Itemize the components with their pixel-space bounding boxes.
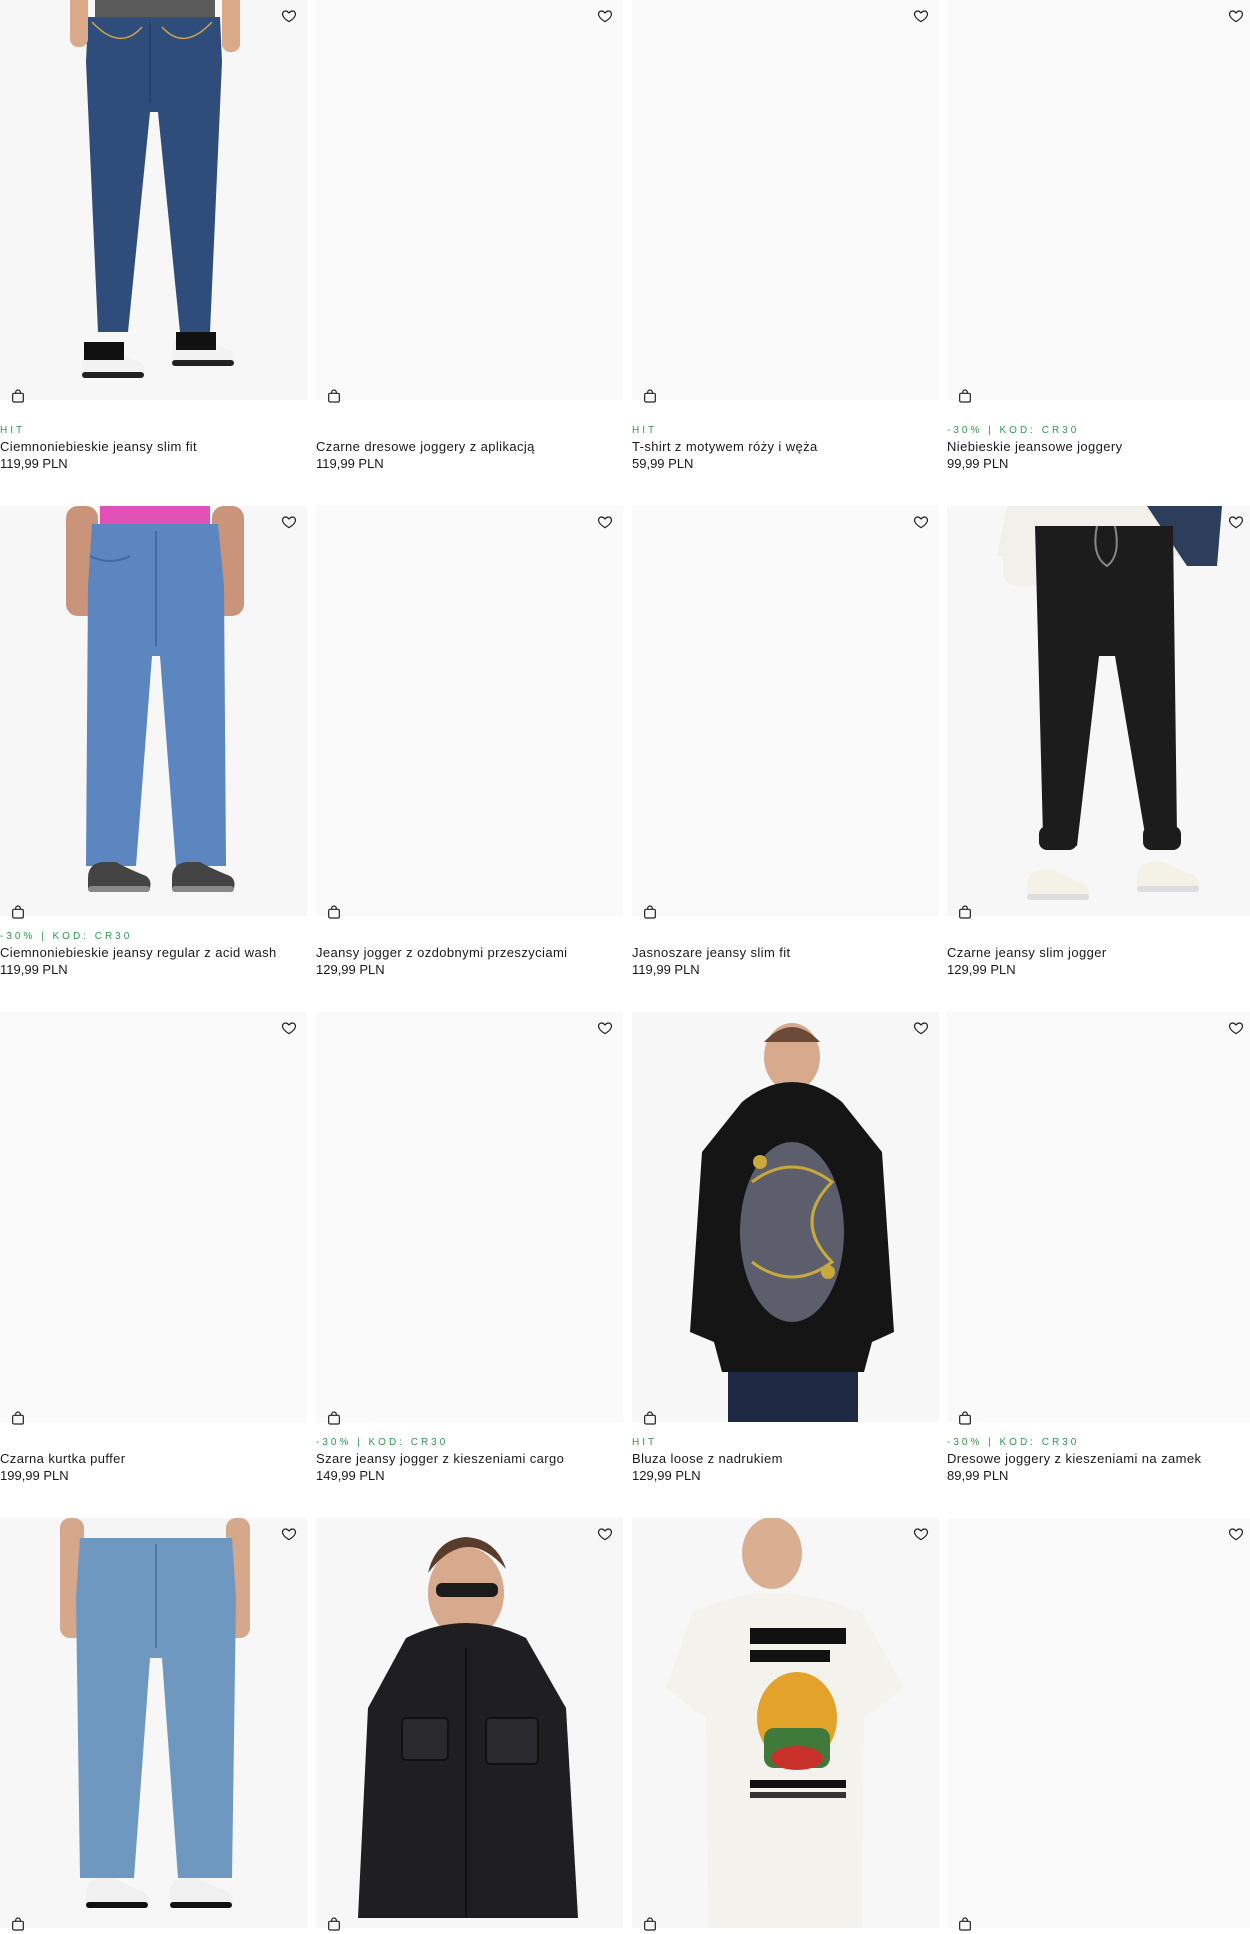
product-price: 119,99 PLN — [0, 962, 68, 977]
promo-badge: HIT — [632, 1437, 658, 1448]
product-image[interactable] — [632, 1012, 939, 1422]
product-price: 89,99 PLN — [947, 1468, 1009, 1483]
product-image[interactable] — [947, 0, 1250, 400]
shopping-bag-icon[interactable] — [955, 1914, 975, 1934]
product-image[interactable] — [0, 506, 307, 916]
product-info: HIT Ciemnoniebieskie jeansy slim fit 119,9… — [0, 424, 307, 472]
heart-outline-icon[interactable] — [1226, 1018, 1246, 1038]
shopping-bag-icon[interactable] — [8, 386, 28, 406]
product-name[interactable]: Jeansy jogger z ozdobnymi przeszyciami — [316, 944, 623, 961]
product-name[interactable]: Czarna kurtka puffer — [0, 1450, 307, 1467]
shopping-bag-icon[interactable] — [324, 386, 344, 406]
shopping-bag-icon[interactable] — [955, 1408, 975, 1428]
heart-outline-icon[interactable] — [1226, 512, 1246, 532]
product-image[interactable] — [0, 1012, 307, 1422]
heart-outline-icon[interactable] — [1226, 1524, 1246, 1544]
product-name[interactable]: Bluza loose z nadrukiem — [632, 1450, 939, 1467]
shopping-bag-icon[interactable] — [324, 1914, 344, 1934]
product-price: 129,99 PLN — [316, 962, 385, 977]
product-price: 119,99 PLN — [0, 456, 68, 471]
shopping-bag-icon[interactable] — [640, 386, 660, 406]
product-info: Jeansy jogger z ozdobnymi przeszyciami 12… — [316, 930, 623, 978]
heart-outline-icon[interactable] — [1226, 6, 1246, 26]
shopping-bag-icon[interactable] — [640, 1914, 660, 1934]
promo-badge: -30% | KOD: CR30 — [0, 931, 133, 942]
heart-outline-icon[interactable] — [595, 512, 615, 532]
shopping-bag-icon[interactable] — [955, 902, 975, 922]
product-info: HIT T-shirt z motywem róży i węża 59,99 PL… — [632, 424, 939, 472]
product-info: -30% | KOD: CR30 Niebieskie jeansowe jogg… — [947, 424, 1250, 472]
product-name[interactable]: Niebieskie jeansowe joggery — [947, 438, 1250, 455]
product-image[interactable] — [632, 506, 939, 916]
product-name[interactable]: T-shirt z motywem róży i węża — [632, 438, 939, 455]
promo-badge: HIT — [632, 425, 658, 436]
product-info: HIT Bluza loose z nadrukiem 129,99 PLN — [632, 1436, 939, 1484]
product-image[interactable] — [947, 1012, 1250, 1422]
product-image[interactable] — [947, 506, 1250, 916]
heart-outline-icon[interactable] — [279, 1018, 299, 1038]
heart-outline-icon[interactable] — [595, 6, 615, 26]
product-name[interactable]: Dresowe joggery z kieszeniami na zamek — [947, 1450, 1250, 1467]
product-info: -30% | KOD: CR30 Ciemnoniebieskie jeansy … — [0, 930, 307, 978]
shopping-bag-icon[interactable] — [955, 386, 975, 406]
product-price: 119,99 PLN — [632, 962, 700, 977]
heart-outline-icon[interactable] — [595, 1524, 615, 1544]
heart-outline-icon[interactable] — [911, 6, 931, 26]
product-price: 129,99 PLN — [947, 962, 1016, 977]
heart-outline-icon[interactable] — [279, 512, 299, 532]
promo-badge: -30% | KOD: CR30 — [316, 1437, 449, 1448]
product-image[interactable] — [947, 1518, 1250, 1928]
shopping-bag-icon[interactable] — [640, 1408, 660, 1428]
shopping-bag-icon[interactable] — [324, 1408, 344, 1428]
product-image[interactable] — [316, 1012, 623, 1422]
product-info: Czarne dresowe joggery z aplikacją 119,99… — [316, 424, 623, 472]
product-price: 149,99 PLN — [316, 1468, 385, 1483]
product-image[interactable] — [316, 0, 623, 400]
heart-outline-icon[interactable] — [911, 512, 931, 532]
product-name[interactable]: Szare jeansy jogger z kieszeniami cargo — [316, 1450, 623, 1467]
product-price: 59,99 PLN — [632, 456, 694, 471]
product-name[interactable]: Ciemnoniebieskie jeansy regular z acid w… — [0, 944, 307, 961]
product-name[interactable]: Jasnoszare jeansy slim fit — [632, 944, 939, 961]
shopping-bag-icon[interactable] — [8, 902, 28, 922]
shopping-bag-icon[interactable] — [324, 902, 344, 922]
product-info: Jasnoszare jeansy slim fit 119,99 PLN — [632, 930, 939, 978]
product-name[interactable]: Ciemnoniebieskie jeansy slim fit — [0, 438, 307, 455]
shopping-bag-icon[interactable] — [8, 1914, 28, 1934]
product-image[interactable] — [0, 1518, 307, 1928]
product-name[interactable]: Czarne dresowe joggery z aplikacją — [316, 438, 623, 455]
heart-outline-icon[interactable] — [911, 1524, 931, 1544]
product-image[interactable] — [0, 0, 307, 400]
product-price: 199,99 PLN — [0, 1468, 69, 1483]
product-price: 129,99 PLN — [632, 1468, 701, 1483]
heart-outline-icon[interactable] — [279, 6, 299, 26]
product-info: Czarne jeansy slim jogger 129,99 PLN — [947, 930, 1250, 978]
product-info: -30% | KOD: CR30 Szare jeansy jogger z ki… — [316, 1436, 623, 1484]
product-price: 99,99 PLN — [947, 456, 1009, 471]
heart-outline-icon[interactable] — [279, 1524, 299, 1544]
promo-badge: -30% | KOD: CR30 — [947, 425, 1080, 436]
product-image[interactable] — [316, 1518, 623, 1928]
promo-badge: HIT — [0, 425, 26, 436]
product-image[interactable] — [632, 0, 939, 400]
shopping-bag-icon[interactable] — [640, 902, 660, 922]
product-info: Czarna kurtka puffer 199,99 PLN — [0, 1436, 307, 1484]
product-image[interactable] — [316, 506, 623, 916]
promo-badge: -30% | KOD: CR30 — [947, 1437, 1080, 1448]
product-info: -30% | KOD: CR30 Dresowe joggery z kiesze… — [947, 1436, 1250, 1484]
heart-outline-icon[interactable] — [595, 1018, 615, 1038]
shopping-bag-icon[interactable] — [8, 1408, 28, 1428]
product-image[interactable] — [632, 1518, 939, 1928]
heart-outline-icon[interactable] — [911, 1018, 931, 1038]
product-name[interactable]: Czarne jeansy slim jogger — [947, 944, 1250, 961]
product-price: 119,99 PLN — [316, 456, 384, 471]
